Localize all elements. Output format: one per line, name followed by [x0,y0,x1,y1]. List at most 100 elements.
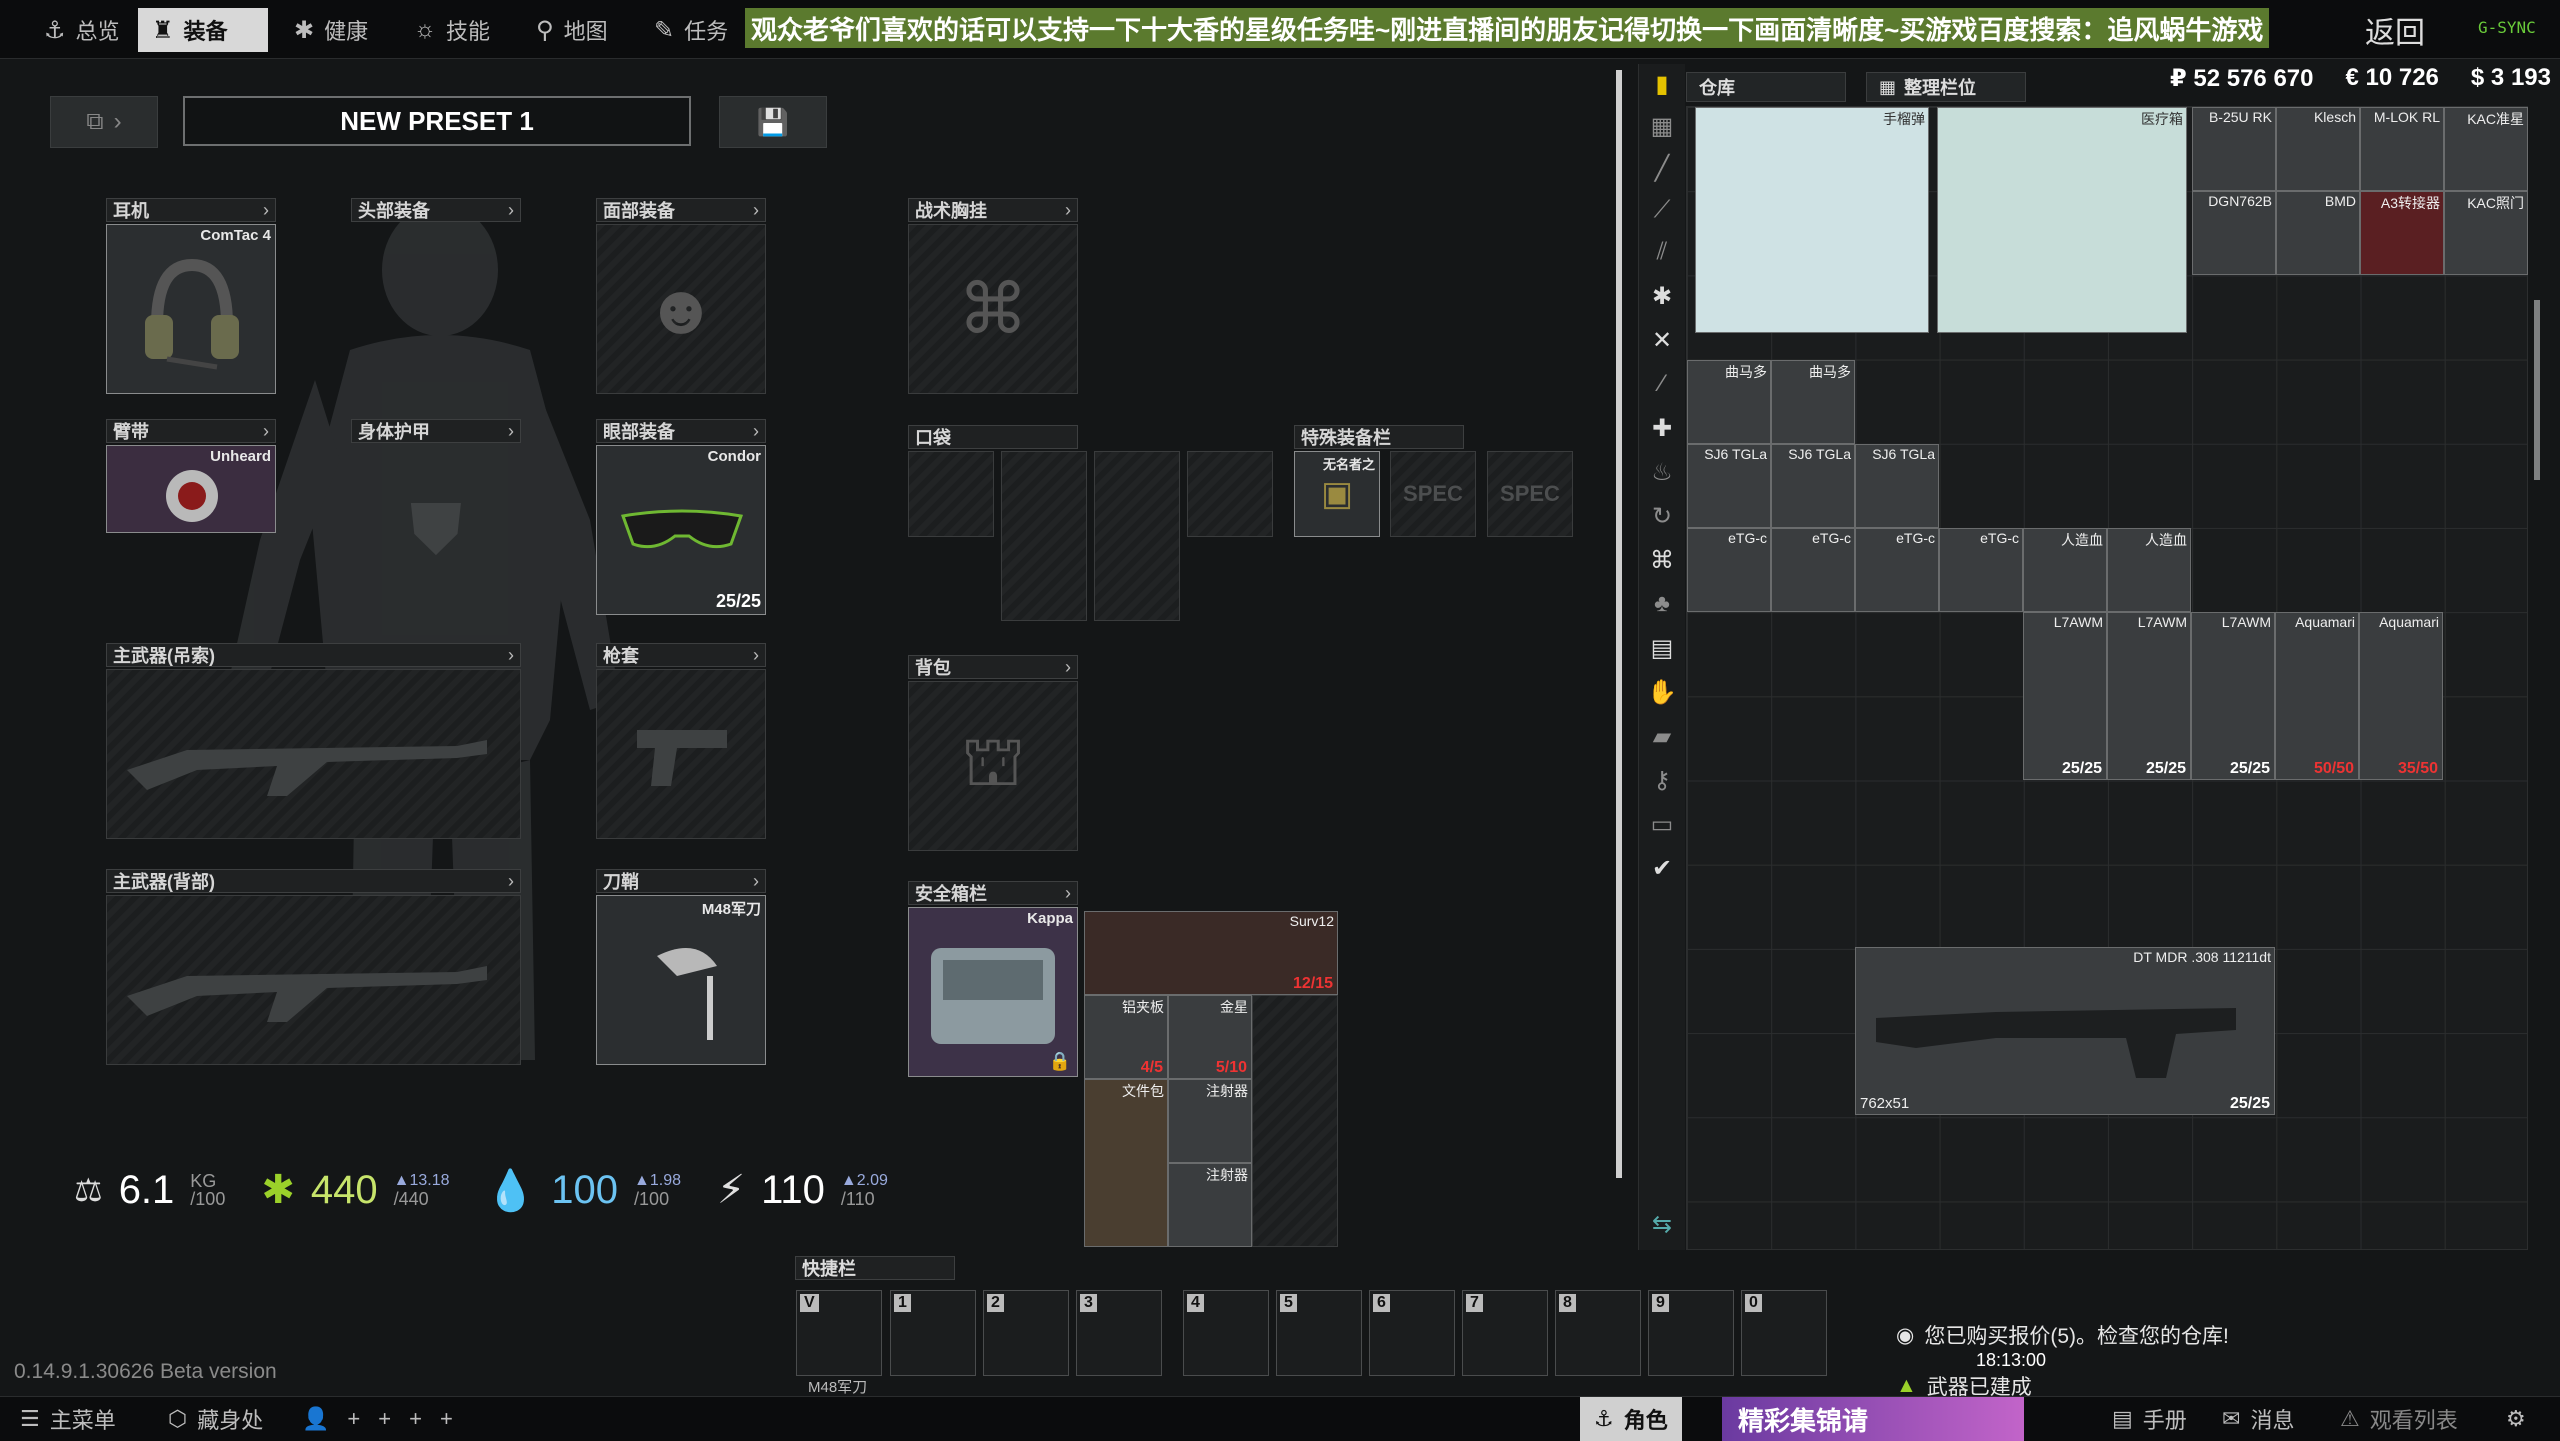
slot-earpiece[interactable]: ComTac 4 [106,224,276,394]
filter-all-icon[interactable]: ▮ [1639,64,1685,104]
food-icon[interactable]: ♣ [1639,584,1685,624]
notification-item[interactable]: ◉ 您已购买报价(5)。检查您的仓库! [1896,1320,2366,1350]
check-icon[interactable]: ✔ [1639,848,1685,888]
quickslot-2[interactable]: 2 [983,1290,1069,1376]
secure-item-golden-star[interactable]: 金星 5/10 [1168,995,1252,1079]
stash-item[interactable]: KAC准星 [2444,107,2528,191]
stash-item-magazine[interactable]: L7AWM 25/25 [2023,612,2107,780]
stash-item-sj6[interactable]: SJ6 TGLa [1855,444,1939,528]
stash-item[interactable]: BMD [2276,191,2360,275]
watchlist-button[interactable]: ⚠ 观看列表 [2340,1397,2458,1441]
quickslot-v[interactable]: V [796,1290,882,1376]
preset-name-field[interactable]: NEW PRESET 1 [183,96,691,146]
hideout-button[interactable]: ⬡ 藏身处 [168,1397,263,1441]
stash-item-water[interactable]: Aquamari 35/50 [2359,612,2443,780]
pocket-slot[interactable] [1187,451,1273,537]
tools-icon[interactable]: ✕ [1639,320,1685,360]
slot-header-holster[interactable]: 枪套 › [596,643,766,667]
stash-item-sj6[interactable]: SJ6 TGLa [1687,444,1771,528]
stash-item-magazine[interactable]: L7AWM 25/25 [2191,612,2275,780]
add-icon[interactable]: + [440,1406,453,1432]
character-button[interactable]: ⚓ 角色 [1580,1397,1682,1441]
slot-header-primary-sling[interactable]: 主武器(吊索) › [106,643,521,667]
stash-item-etgc[interactable]: eTG-c [1939,528,2023,612]
tab-map[interactable]: ⚲ 地图 [522,8,622,52]
special-slot-3[interactable]: SPEC [1487,451,1573,537]
special-slot-1[interactable]: 无名者之 ▣ [1294,451,1380,537]
quickslot-8[interactable]: 8 [1555,1290,1641,1376]
tab-storage[interactable]: 仓库 [1686,72,1846,102]
slot-armor[interactable]: ⛊ [351,445,521,615]
secure-empty-cells[interactable] [1252,995,1338,1247]
stash-item[interactable]: Klesch [2276,107,2360,191]
barter-icon[interactable]: ↻ [1639,496,1685,536]
slot-header-armband[interactable]: 臂带 › [106,419,276,443]
secure-item-injector-case[interactable]: 注射器 [1168,1079,1252,1163]
pocket-slot[interactable] [908,451,994,537]
medical-icon[interactable]: ✚ [1639,408,1685,448]
stash-item-medicine-case[interactable]: 医疗箱 [1937,107,2187,333]
slot-header-headwear[interactable]: 头部装备 › [351,198,521,222]
stash-grid[interactable]: 手榴弹 医疗箱 B-25U RK Klesch M-LOK RL KAC准星 D… [1686,106,2528,1250]
quickslot-3[interactable]: 3 [1076,1290,1162,1376]
stash-scrollbar[interactable] [2534,300,2540,480]
slot-armband[interactable]: Unheard [106,445,276,533]
stash-item-tramadol[interactable]: 曲马多 [1771,360,1855,444]
slot-header-earpiece[interactable]: 耳机 › [106,198,276,222]
grid-icon[interactable]: ▦ [1639,106,1685,146]
glove-icon[interactable]: ✋ [1639,672,1685,712]
user-icon[interactable]: 👤 [302,1406,329,1432]
tab-health[interactable]: ✱ 健康 [280,8,382,52]
slot-rig[interactable]: ⌘ [908,224,1078,394]
stash-item-etgc[interactable]: eTG-c [1687,528,1771,612]
slot-header-backpack[interactable]: 背包 › [908,655,1078,679]
stash-item[interactable]: B-25U RK [2192,107,2276,191]
stash-item-artificial-blood[interactable]: 人造血 [2107,528,2191,612]
quickslot-4[interactable]: 4 [1183,1290,1269,1376]
ammo-icon[interactable]: ⫽ [1639,232,1685,272]
stash-item-grenade-case[interactable]: 手榴弹 [1695,107,1929,333]
panel-divider[interactable] [1616,70,1622,1178]
slot-header-scabbard[interactable]: 刀鞘 › [596,869,766,893]
slot-backpack[interactable]: ⛫ [908,681,1078,851]
knife-icon[interactable]: ⟋ [1639,190,1685,230]
secure-item-splint[interactable]: 铝夹板 4/5 [1084,995,1168,1079]
tab-gear[interactable]: ♜ 装备 [138,8,268,52]
slot-header-eyewear[interactable]: 眼部装备 › [596,419,766,443]
add-icon[interactable]: + [378,1406,391,1432]
slot-primary-sling[interactable] [106,669,521,839]
slot-primary-back[interactable] [106,895,521,1065]
secure-item-surv12[interactable]: Surv12 12/15 [1084,911,1338,995]
stash-item-etgc[interactable]: eTG-c [1771,528,1855,612]
slot-header-secure[interactable]: 安全箱栏 › [908,881,1078,905]
stash-item-tramadol[interactable]: 曲马多 [1687,360,1771,444]
main-menu-button[interactable]: ☰ 主菜单 [20,1397,116,1441]
slot-header-pockets[interactable]: 口袋 [908,425,1078,449]
messages-button[interactable]: ✉ 消息 [2222,1397,2294,1441]
stash-item[interactable]: M-LOK RL [2360,107,2444,191]
stash-item-magazine[interactable]: L7AWM 25/25 [2107,612,2191,780]
tab-tasks[interactable]: ✎ 任务 [640,8,742,52]
slot-holster[interactable] [596,669,766,839]
tab-overview[interactable]: ⚓ 总览 [30,8,134,52]
quickslot-1[interactable]: 1 [890,1290,976,1376]
special-slot-2[interactable]: SPEC [1390,451,1476,537]
slot-header-rig[interactable]: 战术胸挂 › [908,198,1078,222]
save-preset-button[interactable]: 💾 [719,96,827,148]
copy-preset-button[interactable]: ⧉ › [50,96,158,148]
stash-item[interactable]: DGN762B [2192,191,2276,275]
vest-icon[interactable]: ⌘ [1639,540,1685,580]
stash-toggle-icon[interactable]: ⇆ [1639,1204,1685,1244]
quickslot-7[interactable]: 7 [1462,1290,1548,1376]
slot-header-face[interactable]: 面部装备 › [596,198,766,222]
stash-item-rifle-mdr[interactable]: DT MDR .308 11211dt 762x51 25/25 [1855,947,2275,1115]
stash-item[interactable]: A3转接器 [2360,191,2444,275]
tab-sort[interactable]: ▦ 整理栏位 [1866,72,2026,102]
stash-item-artificial-blood[interactable]: 人造血 [2023,528,2107,612]
stash-item[interactable]: KAC照门 [2444,191,2528,275]
slot-scabbard[interactable]: M48军刀 [596,895,766,1065]
stash-item-water[interactable]: Aquamari 50/50 [2275,612,2359,780]
quickslot-9[interactable]: 9 [1648,1290,1734,1376]
slot-header-primary-back[interactable]: 主武器(背部) › [106,869,521,893]
highlights-overlay[interactable]: 精彩集锦请 [1722,1397,2024,1441]
